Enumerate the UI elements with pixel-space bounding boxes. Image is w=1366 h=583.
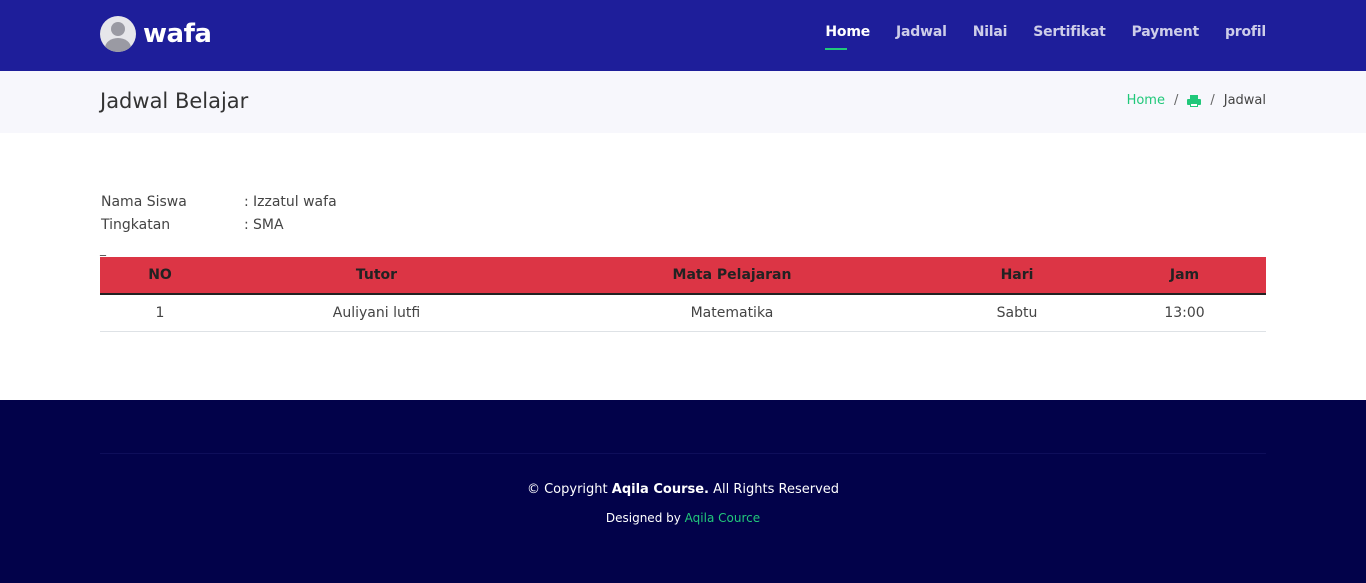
- page-title: Jadwal Belajar: [100, 89, 249, 113]
- company-name: Aqila Course.: [611, 482, 709, 497]
- main-nav: Home Jadwal Nilai Sertifikat Payment pro…: [799, 24, 1266, 50]
- nav-profil[interactable]: profil: [1225, 24, 1266, 40]
- footer-divider: [100, 453, 1266, 454]
- designer-link[interactable]: Aqila Cource: [685, 511, 760, 525]
- copyright-prefix: © Copyright: [526, 482, 608, 497]
- nav-home[interactable]: Home: [825, 24, 870, 50]
- nav-nilai[interactable]: Nilai: [973, 24, 1008, 40]
- nav-jadwal[interactable]: Jadwal: [896, 24, 947, 40]
- page-title-bar: Jadwal Belajar Home / / Jadwal: [0, 71, 1366, 133]
- colon: :: [244, 193, 249, 210]
- rights-text: All Rights Reserved: [713, 482, 840, 497]
- copyright: © Copyright Aqila Course. All Rights Res…: [0, 482, 1366, 497]
- student-name-row: Nama Siswa : Izzatul wafa: [101, 190, 337, 213]
- avatar-icon: [100, 16, 136, 52]
- breadcrumb: Home / / Jadwal: [1127, 93, 1266, 108]
- credits: Designed by Aqila Cource: [0, 511, 1366, 525]
- colon: :: [244, 216, 249, 233]
- dash-mark: _: [100, 242, 106, 256]
- breadcrumb-home[interactable]: Home: [1127, 93, 1165, 108]
- designed-by-label: Designed by: [605, 511, 681, 525]
- nav-sertifikat[interactable]: Sertifikat: [1033, 24, 1106, 40]
- cell-day: Sabtu: [931, 294, 1103, 332]
- student-level-value: SMA: [253, 216, 284, 233]
- table-row: 1 Auliyani lutfi Matematika Sabtu 13:00: [100, 294, 1266, 332]
- cell-no: 1: [100, 294, 220, 332]
- cell-time: 13:00: [1103, 294, 1266, 332]
- cell-subject: Matematika: [533, 294, 931, 332]
- breadcrumb-separator: /: [1173, 93, 1179, 108]
- column-header-day: Hari: [931, 257, 1103, 295]
- site-header: wafa Home Jadwal Nilai Sertifikat Paymen…: [0, 0, 1366, 71]
- print-icon[interactable]: [1187, 94, 1202, 107]
- site-footer: © Copyright Aqila Course. All Rights Res…: [0, 400, 1366, 583]
- cell-tutor: Auliyani lutfi: [220, 294, 533, 332]
- student-level-row: Tingkatan : SMA: [101, 213, 337, 236]
- column-header-tutor: Tutor: [220, 257, 533, 295]
- nav-payment[interactable]: Payment: [1132, 24, 1200, 40]
- brand-name: wafa: [143, 19, 212, 49]
- column-header-subject: Mata Pelajaran: [533, 257, 931, 295]
- column-header-no: NO: [100, 257, 220, 295]
- student-name-label: Nama Siswa: [101, 193, 187, 210]
- breadcrumb-current: Jadwal: [1223, 93, 1266, 108]
- column-header-time: Jam: [1103, 257, 1266, 295]
- student-level-label: Tingkatan: [101, 216, 171, 233]
- student-info: Nama Siswa : Izzatul wafa Tingkatan : SM…: [101, 190, 337, 236]
- student-name-value: Izzatul wafa: [253, 193, 337, 210]
- table-header-row: NO Tutor Mata Pelajaran Hari Jam: [100, 257, 1266, 295]
- logo[interactable]: wafa: [100, 16, 212, 52]
- schedule-table: NO Tutor Mata Pelajaran Hari Jam 1 Auliy…: [100, 257, 1266, 332]
- breadcrumb-separator: /: [1210, 93, 1215, 108]
